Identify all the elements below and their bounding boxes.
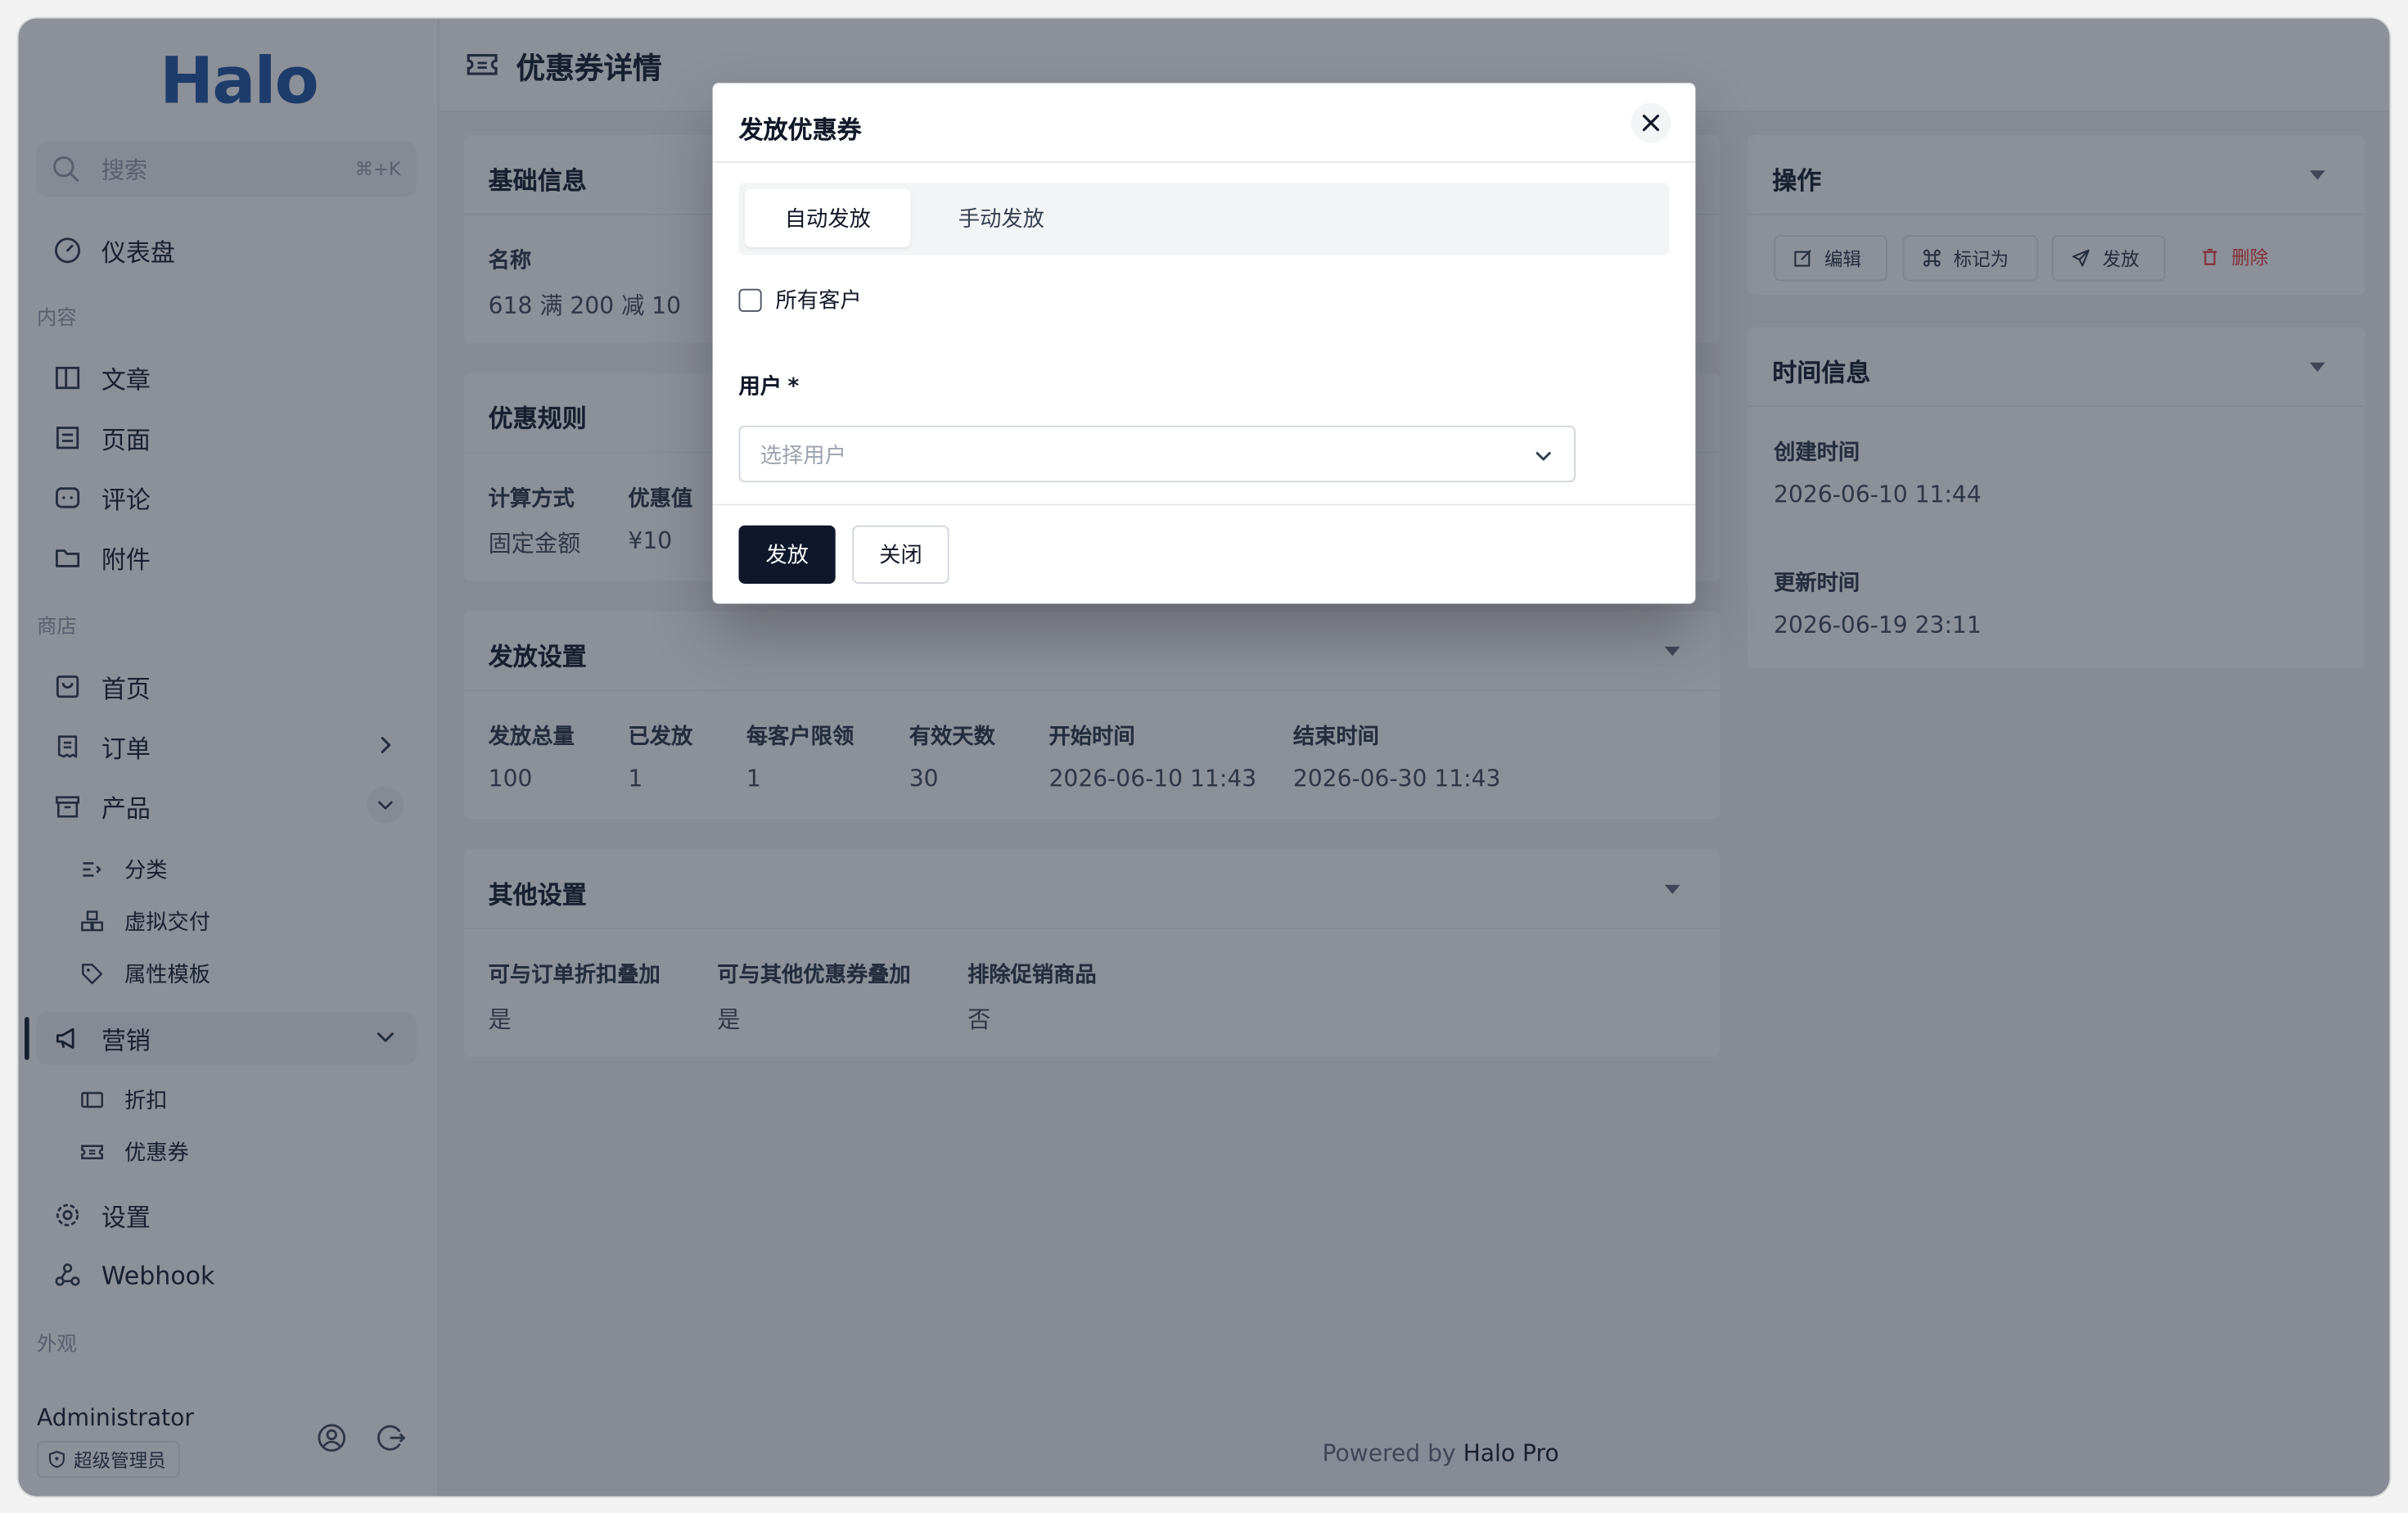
all-customers-option[interactable]: 所有客户 bbox=[738, 284, 862, 315]
tab-auto-issue[interactable]: 自动发放 bbox=[745, 188, 911, 248]
all-customers-label: 所有客户 bbox=[775, 288, 862, 314]
close-button[interactable] bbox=[1630, 102, 1671, 143]
tab-manual-issue[interactable]: 手动发放 bbox=[918, 189, 1085, 247]
user-select-placeholder: 选择用户 bbox=[760, 443, 846, 468]
close-modal-button[interactable]: 关闭 bbox=[852, 525, 949, 584]
divider bbox=[712, 161, 1696, 163]
submit-issue-button[interactable]: 发放 bbox=[738, 525, 836, 584]
user-label-text: 用户 bbox=[738, 374, 782, 400]
all-customers-checkbox[interactable] bbox=[738, 287, 762, 311]
chevron-down-icon bbox=[1533, 444, 1554, 473]
issue-mode-tabs: 自动发放 手动发放 bbox=[738, 183, 1670, 255]
issue-coupon-modal: 发放优惠券 自动发放 手动发放 所有客户 用户 * 选择用户 发放 关闭 bbox=[712, 83, 1696, 604]
close-icon bbox=[1640, 112, 1662, 133]
required-mark: * bbox=[787, 374, 800, 400]
user-field-label: 用户 * bbox=[739, 370, 800, 401]
divider bbox=[712, 504, 1696, 506]
user-select[interactable]: 选择用户 bbox=[738, 425, 1576, 483]
modal-title: 发放优惠券 bbox=[738, 115, 862, 145]
app-window: Halo 搜索 ⌘+K 仪表盘 内容 文章 页面 评论 附件 商店 首页 订单 … bbox=[18, 18, 2390, 1497]
